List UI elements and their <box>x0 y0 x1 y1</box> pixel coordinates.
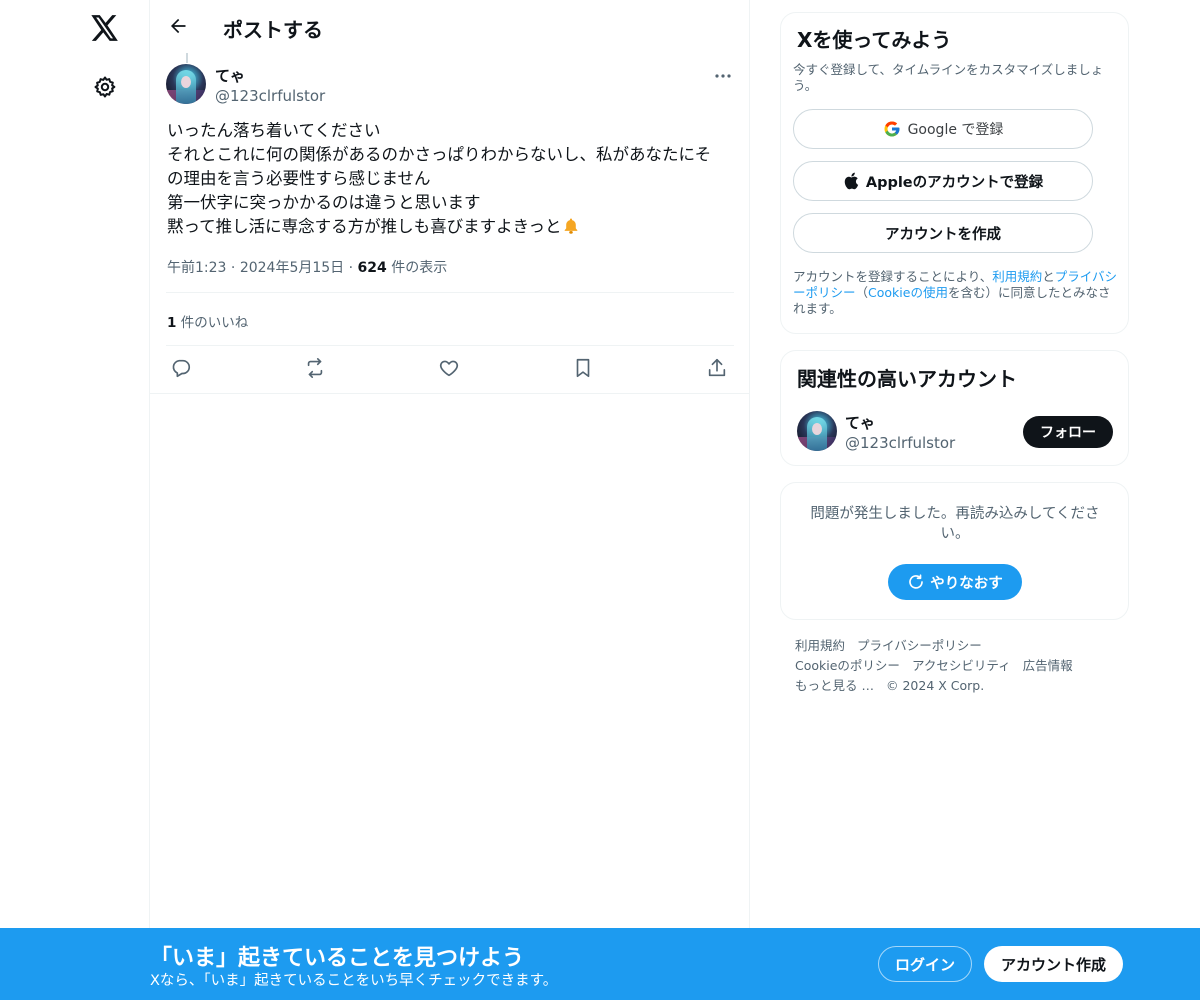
like-button[interactable] <box>437 356 461 380</box>
error-message: 問題が発生しました。再読み込みしてください。 <box>810 506 1100 542</box>
author-handle[interactable]: @123clrfulstor <box>215 87 325 105</box>
login-button[interactable]: ログイン <box>878 946 972 982</box>
related-title: 関連性の高いアカウント <box>797 367 1017 391</box>
post-line: 黙って推し活に専念する方が推しも喜びますよきっと <box>167 215 735 239</box>
post-line: それとこれに何の関係があるのかさっぱりわからないし、私があなたにそ <box>167 145 712 164</box>
cookie-link[interactable]: Cookieの使用 <box>868 285 948 300</box>
signup-subtitle: 今すぐ登録して、タイムラインをカスタマイズしましょう。 <box>793 62 1104 93</box>
share-button[interactable] <box>705 356 729 380</box>
google-icon <box>883 120 901 138</box>
likes-count[interactable]: 1 件のいいね <box>167 311 248 331</box>
footer-link[interactable]: もっと見る … <box>795 678 874 693</box>
thread-connector <box>186 53 188 63</box>
footer-link[interactable]: 利用規約 <box>795 638 845 653</box>
footer-links: 利用規約 プライバシーポリシー Cookieのポリシー アクセシビリティ 広告情報 も… <box>795 636 1125 696</box>
banner-subtitle: Xなら、「いま」起きていることをいち早くチェックできます。 <box>150 973 558 989</box>
related-accounts-card: 関連性の高いアカウント てゃ @123clrfulstor フォロー <box>780 350 1129 466</box>
footer-link[interactable]: アクセシビリティ <box>912 658 1011 673</box>
repost-button[interactable] <box>303 356 327 380</box>
post-meta: 午前1:23 · 2024年5月15日 · 624 件の表示 <box>167 260 448 276</box>
post-actions <box>150 346 750 392</box>
more-options-button[interactable] <box>711 66 735 86</box>
page-header: ポストする <box>150 0 750 53</box>
signup-title: Xを使ってみよう <box>797 28 952 52</box>
author-name[interactable]: てゃ <box>215 65 245 86</box>
post-time[interactable]: 午前1:23 <box>167 260 226 276</box>
legal-notice: アカウントを登録することにより、利用規約とプライバシーポリシー（Cookieの使… <box>793 269 1118 316</box>
reply-button[interactable] <box>169 356 193 380</box>
post-text: いったん落ち着いてください それとこれに何の関係があるのかさっぱりわからないし、… <box>167 119 735 239</box>
related-name[interactable]: てゃ <box>845 412 875 433</box>
post-line: 第一伏字に突っかかるのは違うと思います <box>167 193 481 212</box>
post-date[interactable]: 2024年5月15日 <box>240 260 344 276</box>
copyright: © 2024 X Corp. <box>885 678 985 693</box>
apple-icon <box>843 172 859 190</box>
signup-banner: 「いま」起きていることを見つけよう Xなら、「いま」起きていることをいち早くチェ… <box>0 928 1200 1000</box>
create-account-button[interactable]: アカウントを作成 <box>793 213 1093 253</box>
left-navigation <box>0 0 150 1000</box>
page-title: ポストする <box>223 18 323 42</box>
bookmark-button[interactable] <box>571 356 595 380</box>
banner-create-account-button[interactable]: アカウント作成 <box>984 946 1123 982</box>
footer-link[interactable]: 広告情報 <box>1023 658 1073 673</box>
terms-link[interactable]: 利用規約 <box>992 269 1042 284</box>
follow-button[interactable]: フォロー <box>1023 416 1113 448</box>
signup-card: Xを使ってみよう 今すぐ登録して、タイムラインをカスタマイズしましょう。 Goo… <box>780 12 1129 334</box>
footer-link[interactable]: プライバシーポリシー <box>857 638 982 653</box>
avatar[interactable] <box>166 64 206 104</box>
post-line: いったん落ち着いてください <box>167 121 381 140</box>
banner-title: 「いま」起きていることを見つけよう <box>150 946 525 971</box>
arrow-left-icon <box>171 18 186 34</box>
more-dots-icon <box>715 74 731 78</box>
bell-icon <box>564 218 577 234</box>
apple-signup-button[interactable]: Appleのアカウントで登録 <box>793 161 1093 201</box>
x-logo-icon[interactable] <box>88 11 122 45</box>
related-handle[interactable]: @123clrfulstor <box>845 434 955 452</box>
back-button[interactable] <box>164 12 192 40</box>
post-line: の理由を言う必要性すら感じません <box>167 169 431 188</box>
main-column: ポストする てゃ @123clrfulstor いったん落ち着いてください それ… <box>149 0 750 1000</box>
bookmark-icon <box>576 358 590 378</box>
heart-icon <box>439 360 459 377</box>
post-author: てゃ @123clrfulstor <box>166 64 736 108</box>
divider <box>166 292 734 293</box>
error-card: 問題が発生しました。再読み込みしてください。 やりなおす <box>780 482 1129 620</box>
repost-icon <box>307 358 323 378</box>
views-count: 624 <box>357 260 387 276</box>
divider <box>150 393 750 394</box>
refresh-icon <box>907 573 925 591</box>
footer-link[interactable]: Cookieのポリシー <box>795 658 900 673</box>
retry-button[interactable]: やりなおす <box>888 564 1022 600</box>
views-label: 件の表示 <box>386 260 448 276</box>
share-icon <box>708 358 726 377</box>
avatar[interactable] <box>797 411 837 451</box>
reply-icon <box>172 359 191 378</box>
google-signup-button[interactable]: Google で登録 <box>793 109 1093 149</box>
gear-icon[interactable] <box>91 73 119 101</box>
